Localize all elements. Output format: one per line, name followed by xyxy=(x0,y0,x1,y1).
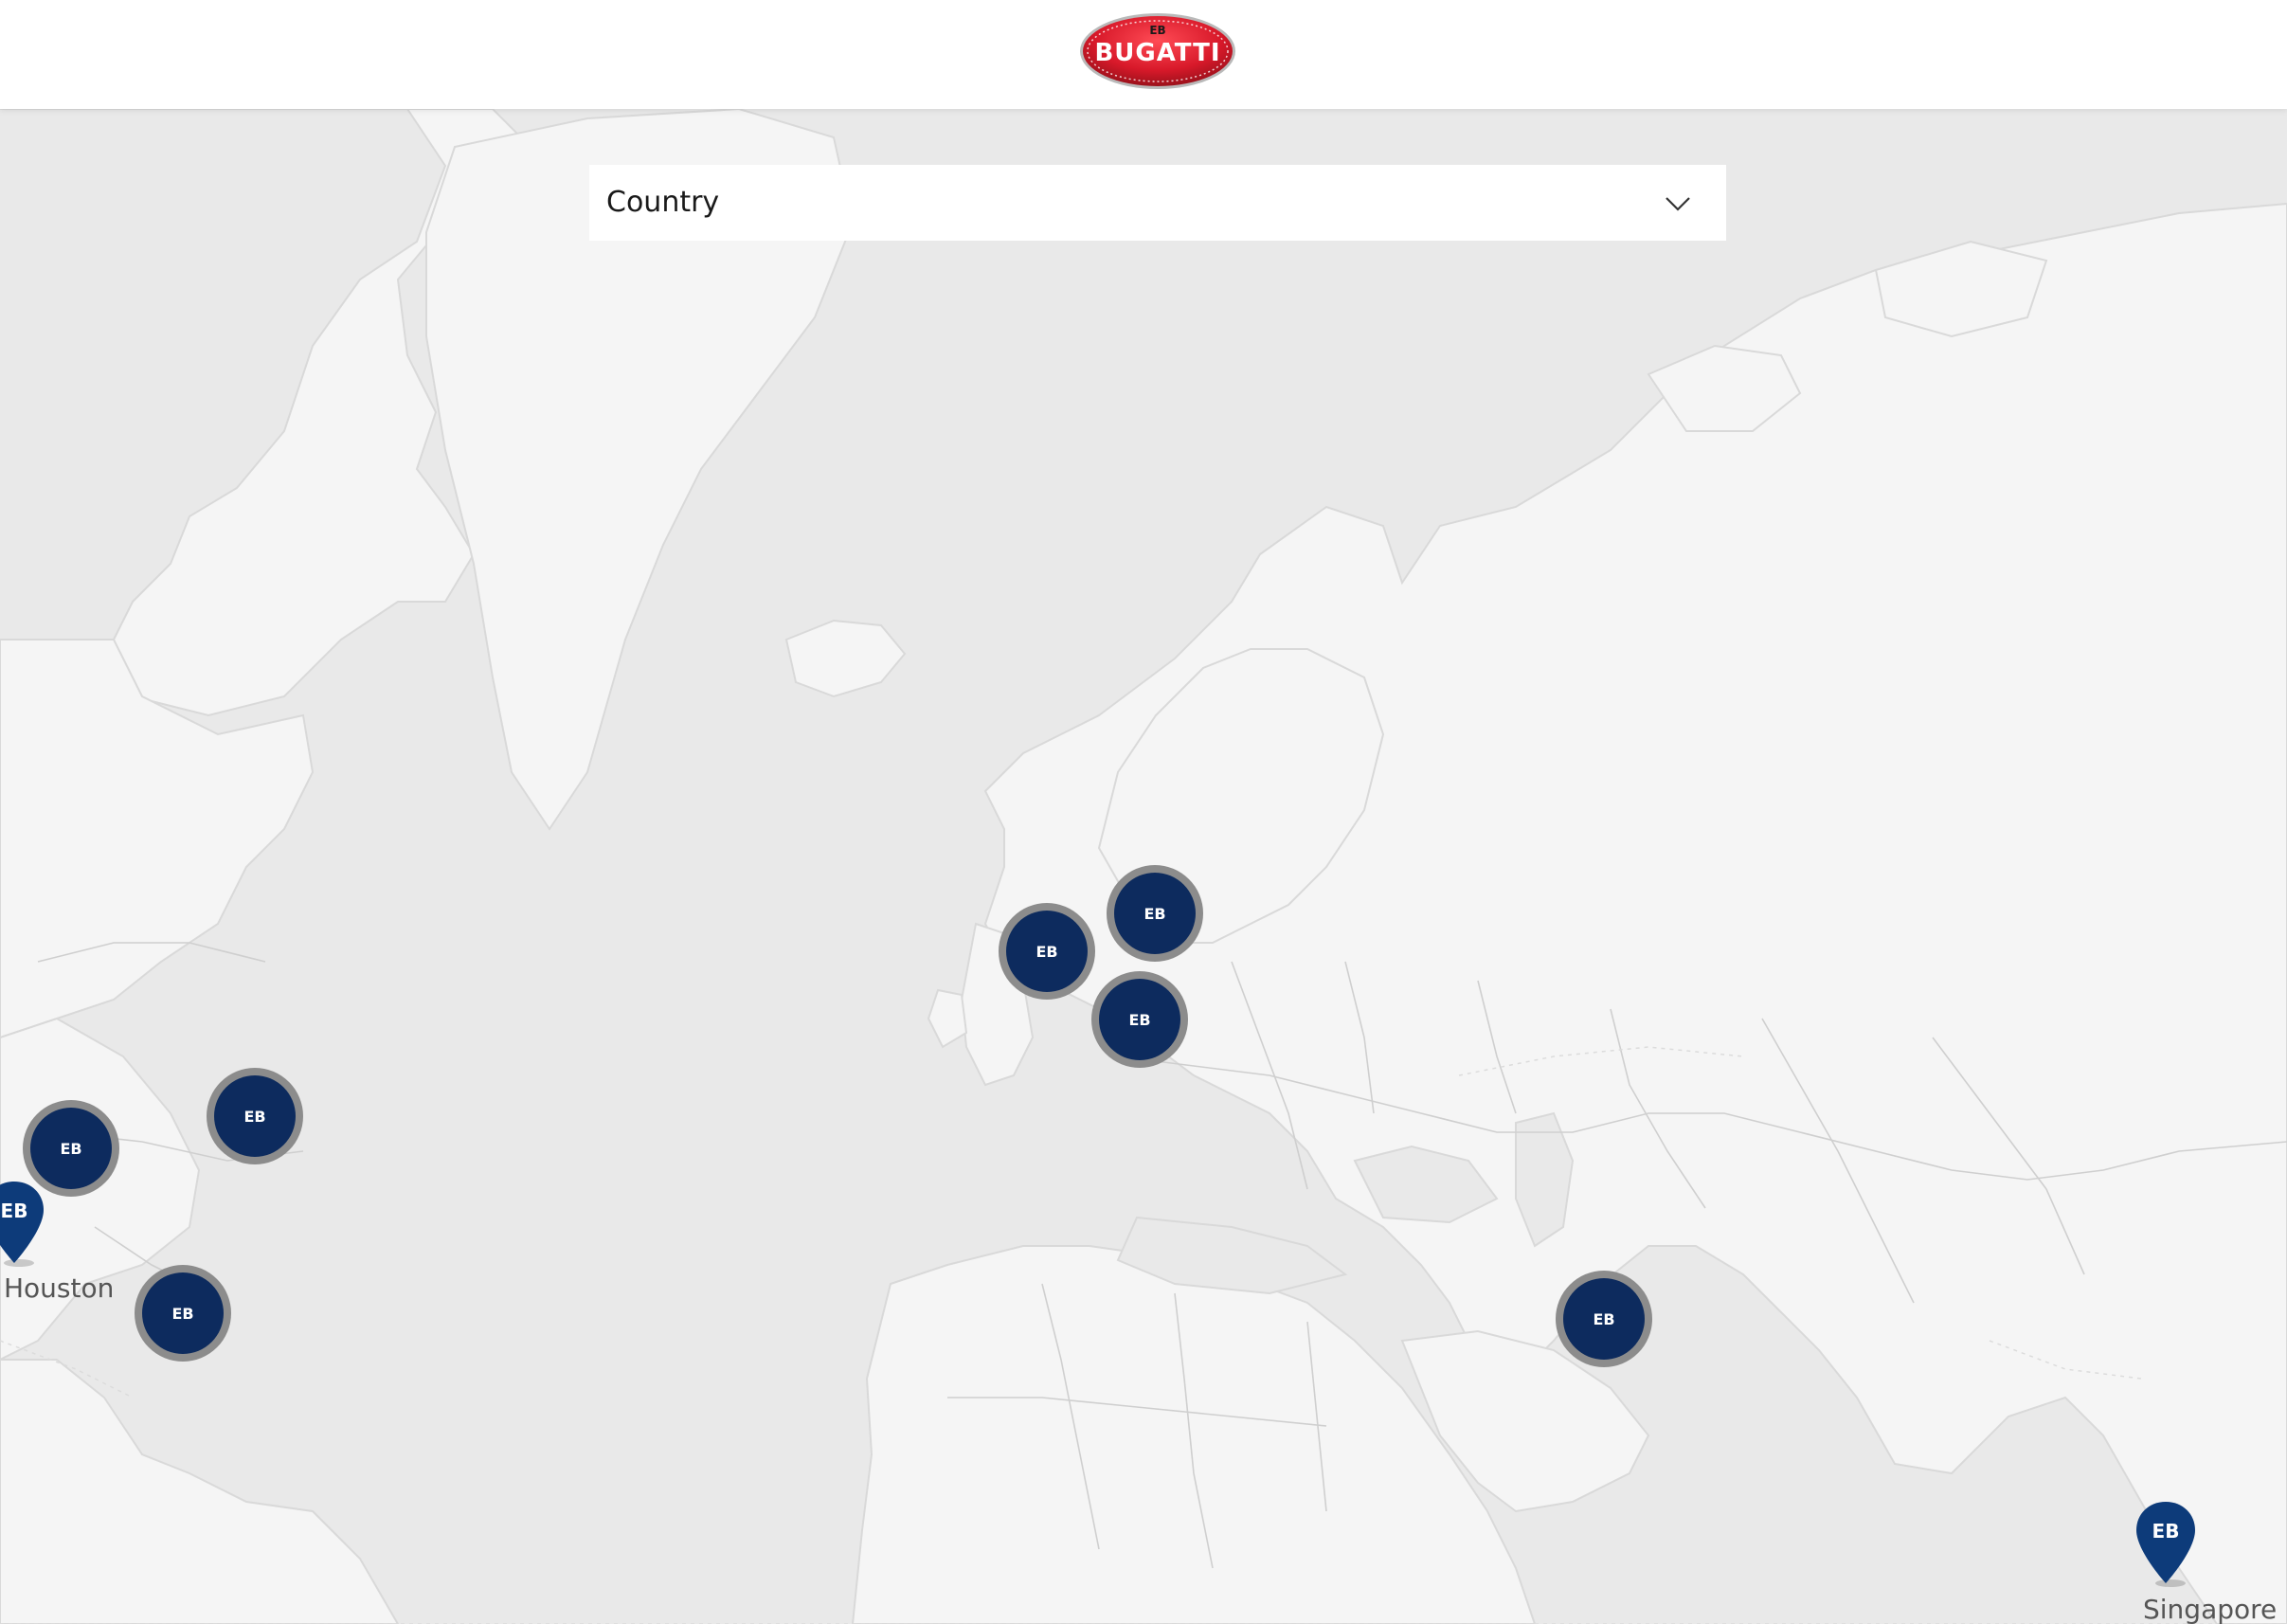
svg-text:EB: EB xyxy=(171,1305,193,1323)
location-pin-houston[interactable]: EB xyxy=(0,1178,47,1269)
page: EB BUGATTI EB EB EB EB EB EB EB EB Houst… xyxy=(0,0,2287,1624)
bugatti-logo[interactable]: EB BUGATTI xyxy=(1078,11,1237,91)
bugatti-eb-icon: EB xyxy=(60,1140,81,1158)
svg-text:EB: EB xyxy=(1128,1011,1150,1029)
location-pin-singapore[interactable]: EB xyxy=(2133,1498,2199,1589)
world-map[interactable]: EB EB EB EB EB EB EB EB Houston EB Singa… xyxy=(0,109,2287,1624)
chevron-down-icon xyxy=(1666,197,1690,211)
bugatti-eb-icon: EB xyxy=(1144,905,1165,923)
location-cluster-marker[interactable]: EB xyxy=(135,1265,231,1362)
cluster-inner: EB xyxy=(214,1075,296,1157)
svg-text:EB: EB xyxy=(243,1108,265,1126)
location-cluster-marker[interactable]: EB xyxy=(1107,865,1203,962)
svg-text:EB: EB xyxy=(1035,943,1057,961)
bugatti-eb-icon: EB xyxy=(2152,1520,2180,1543)
cluster-inner: EB xyxy=(1006,911,1088,992)
bugatti-eb-icon: EB xyxy=(1,1200,28,1222)
cluster-inner: EB xyxy=(142,1272,224,1354)
bugatti-eb-icon: EB xyxy=(243,1108,265,1126)
location-cluster-marker[interactable]: EB xyxy=(1091,971,1188,1068)
cluster-inner: EB xyxy=(1099,979,1180,1060)
bugatti-eb-icon: EB xyxy=(171,1305,193,1323)
bugatti-eb-icon: EB xyxy=(1128,1011,1150,1029)
header: EB BUGATTI xyxy=(0,0,2287,109)
svg-text:EB: EB xyxy=(1593,1310,1614,1328)
cluster-inner: EB xyxy=(1114,873,1196,954)
svg-text:EB: EB xyxy=(1149,24,1165,37)
pin-label-singapore: Singapore xyxy=(2143,1594,2278,1624)
svg-text:EB: EB xyxy=(60,1140,81,1158)
location-cluster-marker[interactable]: EB xyxy=(1556,1271,1652,1367)
pin-label-houston: Houston xyxy=(4,1272,115,1304)
cluster-inner: EB xyxy=(1563,1278,1645,1360)
location-cluster-marker[interactable]: EB xyxy=(207,1068,303,1164)
logo-wordmark: BUGATTI xyxy=(1094,39,1220,67)
bugatti-eb-icon: EB xyxy=(1035,943,1057,961)
country-dropdown-label: Country xyxy=(606,186,720,219)
svg-text:EB: EB xyxy=(1144,905,1165,923)
location-cluster-marker[interactable]: EB xyxy=(999,903,1095,1000)
bugatti-eb-icon: EB xyxy=(1593,1310,1614,1328)
country-dropdown[interactable]: Country xyxy=(589,165,1726,241)
